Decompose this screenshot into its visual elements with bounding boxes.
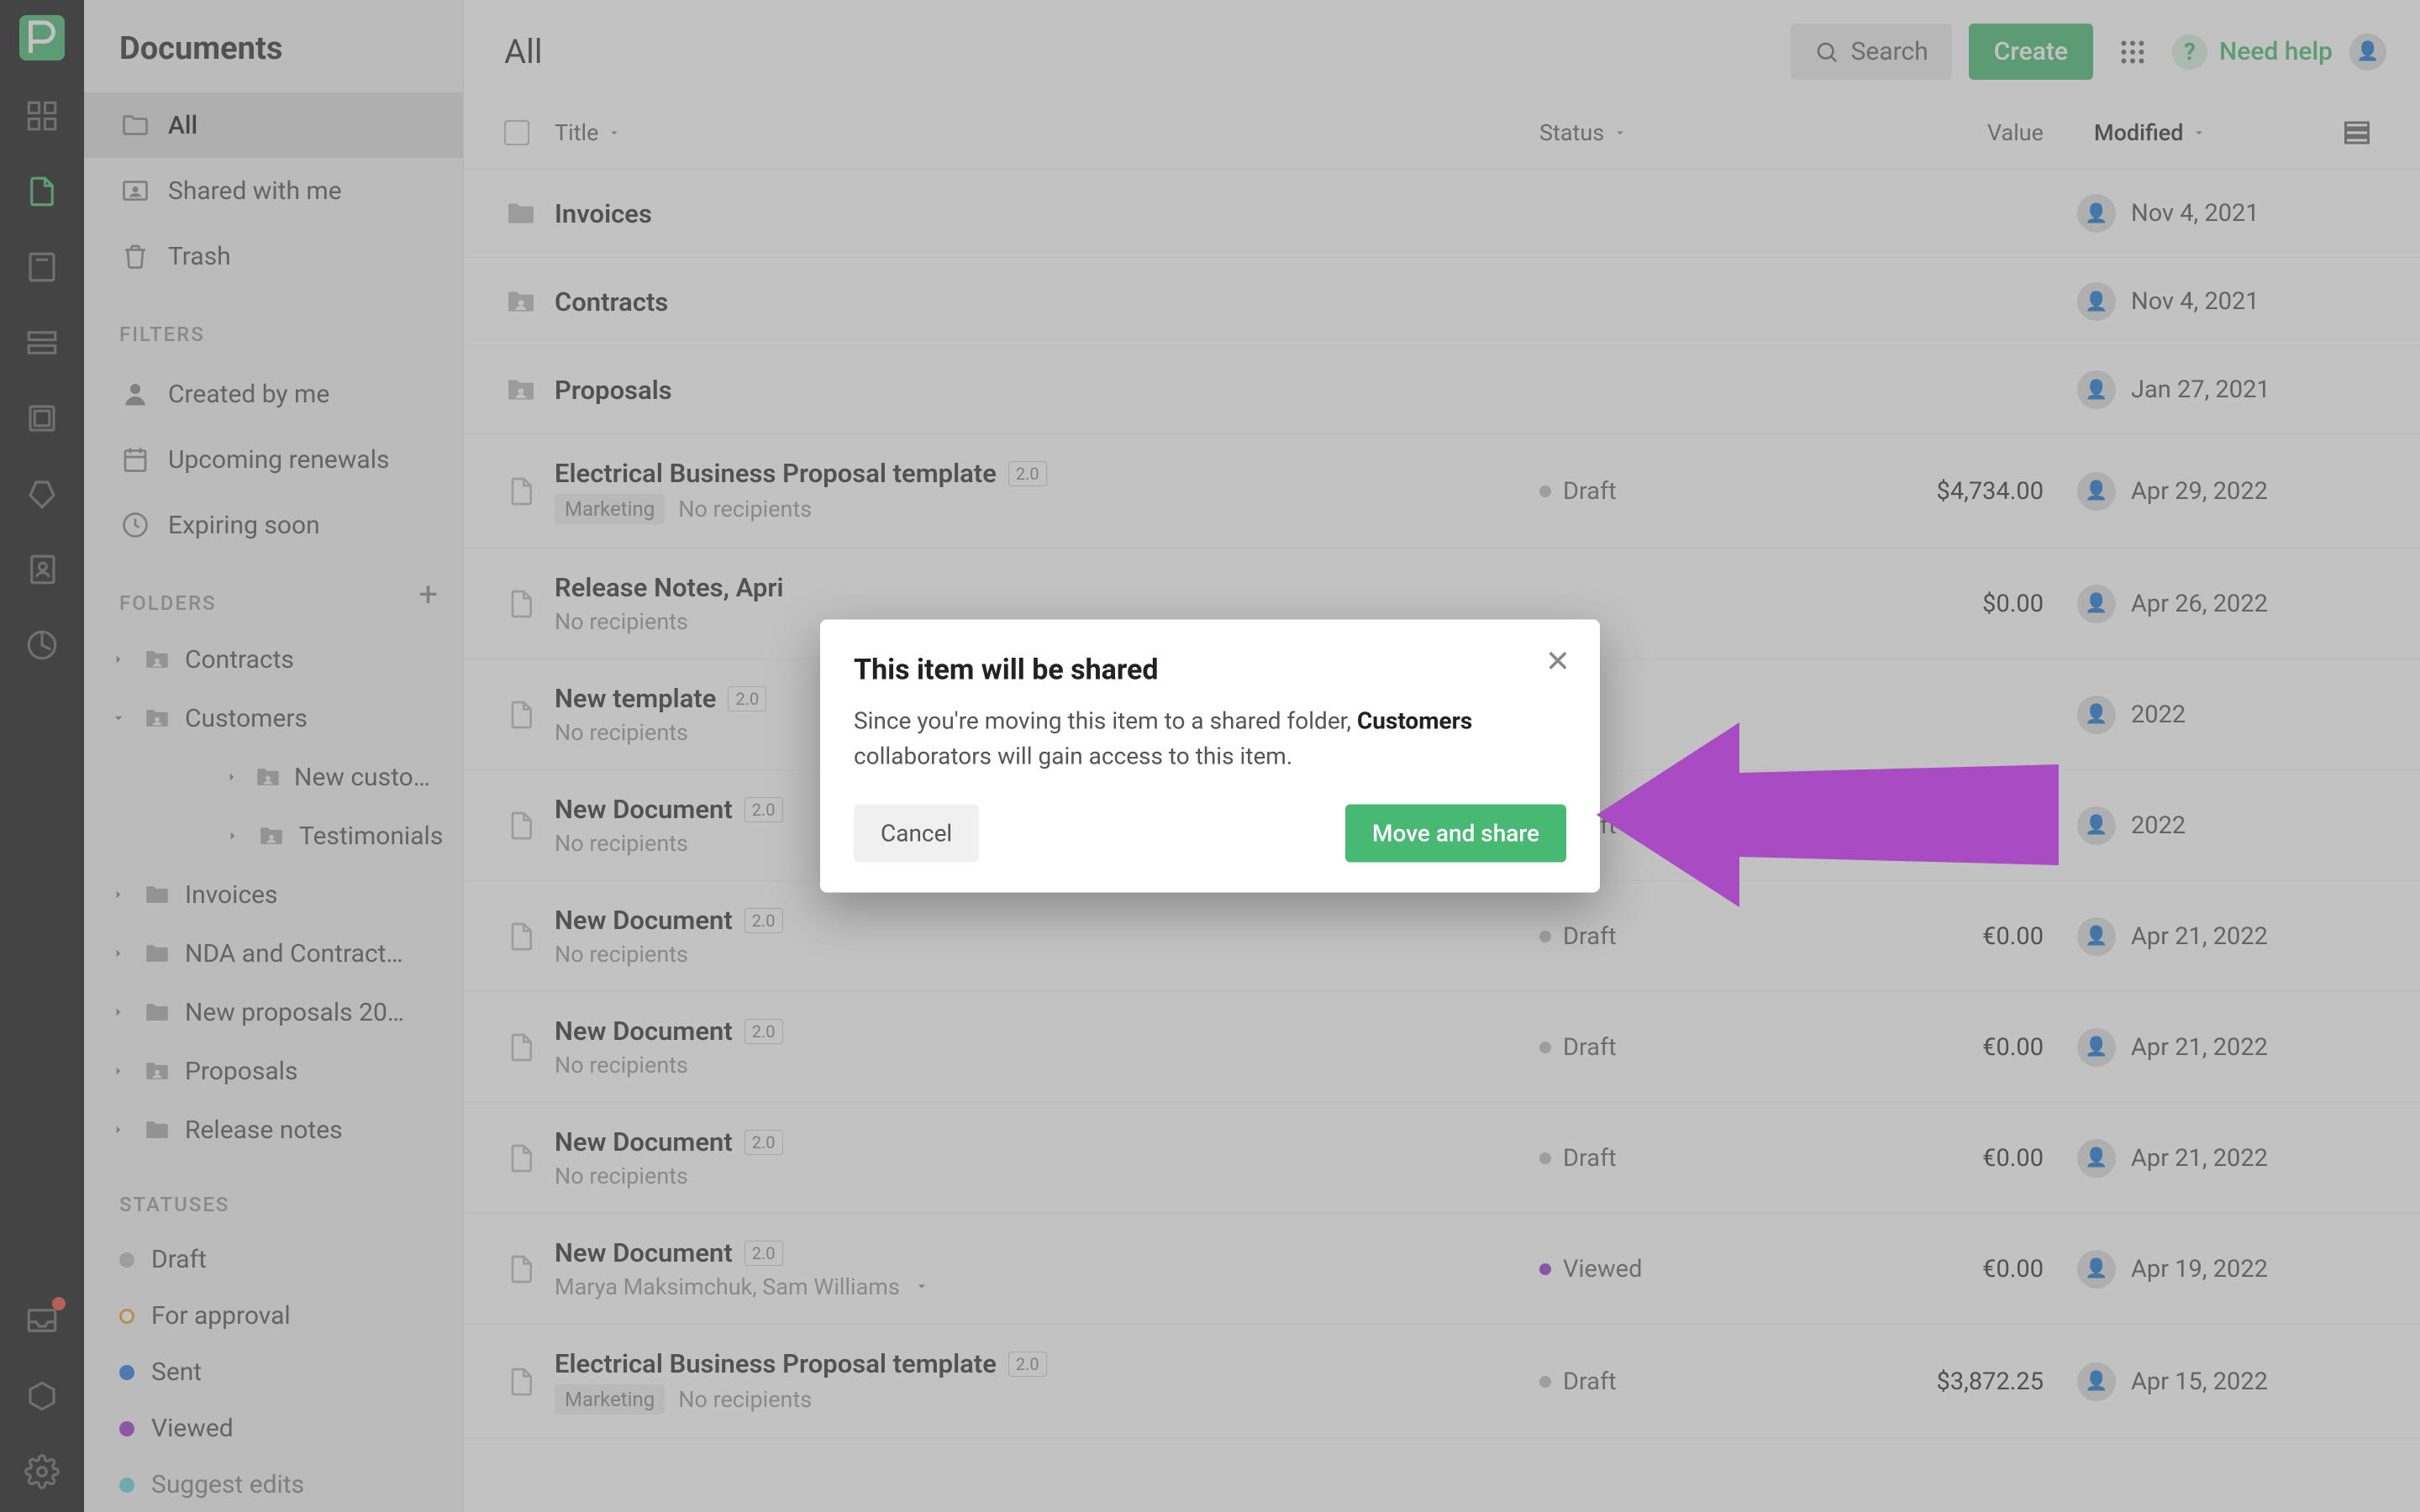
share-confirm-modal: ✕ This item will be shared Since you're … xyxy=(820,620,1600,893)
annotation-arrow xyxy=(1597,680,2067,953)
modal-title: This item will be shared xyxy=(854,654,1566,687)
cancel-button[interactable]: Cancel xyxy=(854,805,979,863)
modal-body: Since you're moving this item to a share… xyxy=(854,704,1566,774)
close-button[interactable]: ✕ xyxy=(1541,645,1575,679)
move-and-share-button[interactable]: Move and share xyxy=(1345,805,1566,863)
